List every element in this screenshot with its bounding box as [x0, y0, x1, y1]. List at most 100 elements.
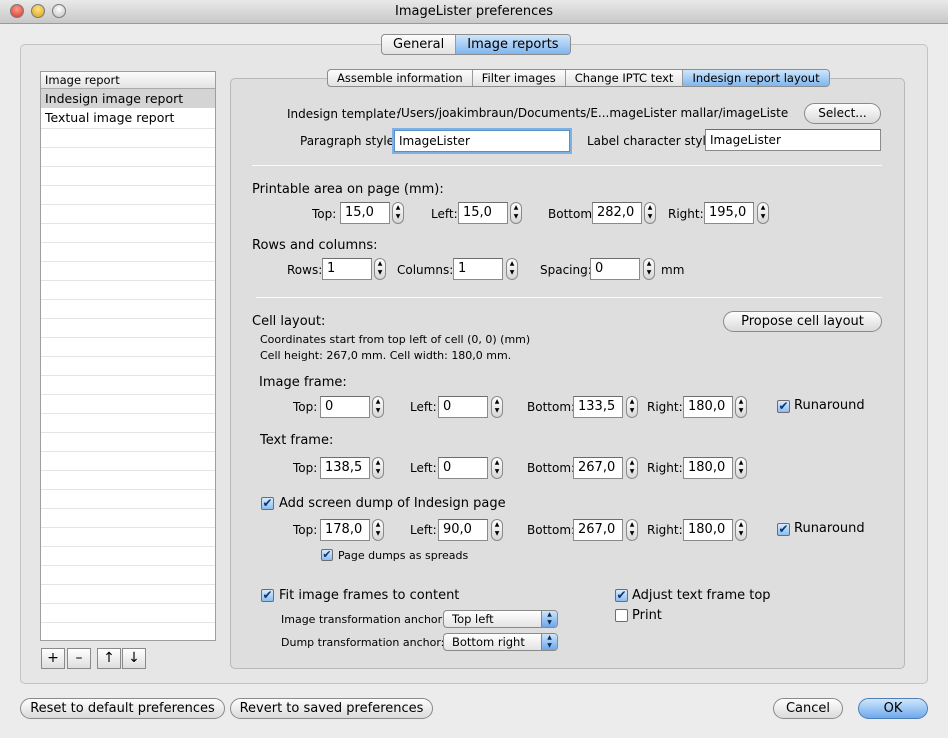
- rows-stepper[interactable]: ▲ ▼: [374, 258, 386, 280]
- image-frame-right-stepper[interactable]: ▲ ▼: [735, 396, 747, 418]
- propose-cell-layout-button[interactable]: Propose cell layout: [723, 311, 882, 332]
- image-frame-runaround-label: Runaround: [794, 398, 865, 413]
- reset-defaults-button[interactable]: Reset to default preferences: [20, 698, 225, 719]
- image-frame-bottom-stepper[interactable]: ▲ ▼: [626, 396, 638, 418]
- screen-dump-bottom-input[interactable]: 267,0: [573, 519, 623, 541]
- printable-bottom-label: Bottom:: [548, 207, 597, 221]
- image-frame-bottom-input[interactable]: 133,5: [573, 396, 623, 418]
- rows-input[interactable]: 1: [322, 258, 372, 280]
- tab-general[interactable]: General: [382, 35, 457, 54]
- adjust-text-frame-checkbox[interactable]: ✔: [615, 589, 628, 602]
- label-char-style-label: Label character style:: [587, 134, 718, 148]
- move-up-button[interactable]: ↑: [97, 648, 121, 669]
- updown-arrows-icon: ▲ ▼: [541, 634, 557, 650]
- image-frame-runaround-checkbox[interactable]: ✔: [777, 400, 790, 413]
- columns-stepper[interactable]: ▲ ▼: [506, 258, 518, 280]
- preferences-window: ImageLister preferences General Image re…: [0, 0, 948, 738]
- screen-dump-top-label: Top:: [293, 523, 318, 537]
- printable-right-stepper[interactable]: ▲ ▼: [757, 202, 769, 224]
- printable-bottom-stepper[interactable]: ▲ ▼: [644, 202, 656, 224]
- screen-dump-bottom-stepper[interactable]: ▲ ▼: [626, 519, 638, 541]
- image-anchor-select[interactable]: Top left ▲ ▼: [443, 610, 558, 628]
- printable-top-input[interactable]: 15,0: [340, 202, 390, 224]
- screen-dump-left-stepper[interactable]: ▲ ▼: [491, 519, 503, 541]
- print-checkbox[interactable]: [615, 609, 628, 622]
- template-label: Indesign template:: [287, 107, 400, 121]
- move-down-button[interactable]: ↓: [122, 648, 146, 669]
- title-bar[interactable]: ImageLister preferences: [0, 0, 948, 24]
- screen-dump-runaround-label: Runaround: [794, 521, 865, 536]
- report-list: Image report Indesign image report Textu…: [40, 71, 216, 641]
- printable-top-stepper[interactable]: ▲ ▼: [392, 202, 404, 224]
- tab-indesign-report-layout[interactable]: Indesign report layout: [683, 70, 829, 86]
- text-frame-top-label: Top:: [293, 461, 318, 475]
- add-report-button[interactable]: +: [41, 648, 65, 669]
- page-dumps-spreads-checkbox[interactable]: ✔: [321, 549, 333, 561]
- report-list-header[interactable]: Image report: [41, 72, 215, 89]
- text-frame-title: Text frame:: [260, 433, 334, 448]
- screen-dump-bottom-label: Bottom:: [527, 523, 576, 537]
- image-frame-left-stepper[interactable]: ▲ ▼: [491, 396, 503, 418]
- text-frame-left-input[interactable]: 0: [438, 457, 488, 479]
- image-frame-top-stepper[interactable]: ▲ ▼: [372, 396, 384, 418]
- separator: [256, 297, 882, 298]
- spacing-unit: mm: [661, 263, 685, 277]
- text-frame-left-stepper[interactable]: ▲ ▼: [491, 457, 503, 479]
- revert-saved-button[interactable]: Revert to saved preferences: [230, 698, 433, 719]
- image-frame-left-input[interactable]: 0: [438, 396, 488, 418]
- cell-coordinates-info: Coordinates start from top left of cell …: [260, 333, 531, 346]
- dump-anchor-label: Dump transformation anchor:: [281, 636, 445, 649]
- list-item-textual-report[interactable]: Textual image report: [41, 108, 215, 127]
- columns-input[interactable]: 1: [453, 258, 503, 280]
- paragraph-style-input[interactable]: ImageLister: [394, 130, 570, 152]
- text-frame-right-stepper[interactable]: ▲ ▼: [735, 457, 747, 479]
- screen-dump-runaround-checkbox[interactable]: ✔: [777, 523, 790, 536]
- printable-left-input[interactable]: 15,0: [458, 202, 508, 224]
- tab-assemble-information[interactable]: Assemble information: [328, 70, 473, 86]
- text-frame-top-stepper[interactable]: ▲ ▼: [372, 457, 384, 479]
- list-item-indesign-report[interactable]: Indesign image report: [41, 89, 215, 108]
- screen-dump-right-stepper[interactable]: ▲ ▼: [735, 519, 747, 541]
- screen-dump-left-label: Left:: [410, 523, 437, 537]
- tab-filter-images[interactable]: Filter images: [473, 70, 566, 86]
- printable-left-label: Left:: [431, 207, 458, 221]
- text-frame-top-input[interactable]: 138,5: [320, 457, 370, 479]
- spacing-stepper[interactable]: ▲ ▼: [643, 258, 655, 280]
- fit-image-frames-checkbox[interactable]: ✔: [261, 589, 274, 602]
- screen-dump-top-input[interactable]: 178,0: [320, 519, 370, 541]
- tab-image-reports[interactable]: Image reports: [456, 35, 570, 54]
- text-frame-left-label: Left:: [410, 461, 437, 475]
- text-frame-bottom-stepper[interactable]: ▲ ▼: [626, 457, 638, 479]
- updown-arrows-icon: ▲ ▼: [541, 611, 557, 627]
- screen-dump-top-stepper[interactable]: ▲ ▼: [372, 519, 384, 541]
- label-char-style-input[interactable]: ImageLister: [705, 129, 881, 151]
- subtab-content-panel: [230, 78, 905, 669]
- image-frame-top-input[interactable]: 0: [320, 396, 370, 418]
- cell-size-info: Cell height: 267,0 mm. Cell width: 180,0…: [260, 349, 512, 362]
- cancel-button[interactable]: Cancel: [773, 698, 843, 719]
- remove-report-button[interactable]: –: [67, 648, 91, 669]
- text-frame-bottom-input[interactable]: 267,0: [573, 457, 623, 479]
- dump-anchor-value: Bottom right: [452, 635, 525, 649]
- screen-dump-left-input[interactable]: 90,0: [438, 519, 488, 541]
- image-frame-title: Image frame:: [259, 375, 347, 390]
- screen-dump-checkbox[interactable]: ✔: [261, 497, 274, 510]
- ok-button[interactable]: OK: [858, 698, 928, 719]
- window-title: ImageLister preferences: [394, 4, 553, 19]
- image-frame-left-label: Left:: [410, 400, 437, 414]
- spacing-input[interactable]: 0: [590, 258, 640, 280]
- image-frame-right-input[interactable]: 180,0: [683, 396, 733, 418]
- printable-left-stepper[interactable]: ▲ ▼: [510, 202, 522, 224]
- printable-top-label: Top:: [312, 207, 337, 221]
- select-template-button[interactable]: Select...: [804, 103, 881, 124]
- printable-right-input[interactable]: 195,0: [704, 202, 754, 224]
- dump-anchor-select[interactable]: Bottom right ▲ ▼: [443, 633, 558, 651]
- image-frame-top-label: Top:: [293, 400, 318, 414]
- text-frame-right-input[interactable]: 180,0: [683, 457, 733, 479]
- separator: [252, 165, 882, 166]
- tab-change-iptc-text[interactable]: Change IPTC text: [566, 70, 684, 86]
- printable-bottom-input[interactable]: 282,0: [592, 202, 642, 224]
- image-anchor-label: Image transformation anchor:: [281, 613, 446, 626]
- text-frame-right-label: Right:: [647, 461, 683, 475]
- screen-dump-right-input[interactable]: 180,0: [683, 519, 733, 541]
